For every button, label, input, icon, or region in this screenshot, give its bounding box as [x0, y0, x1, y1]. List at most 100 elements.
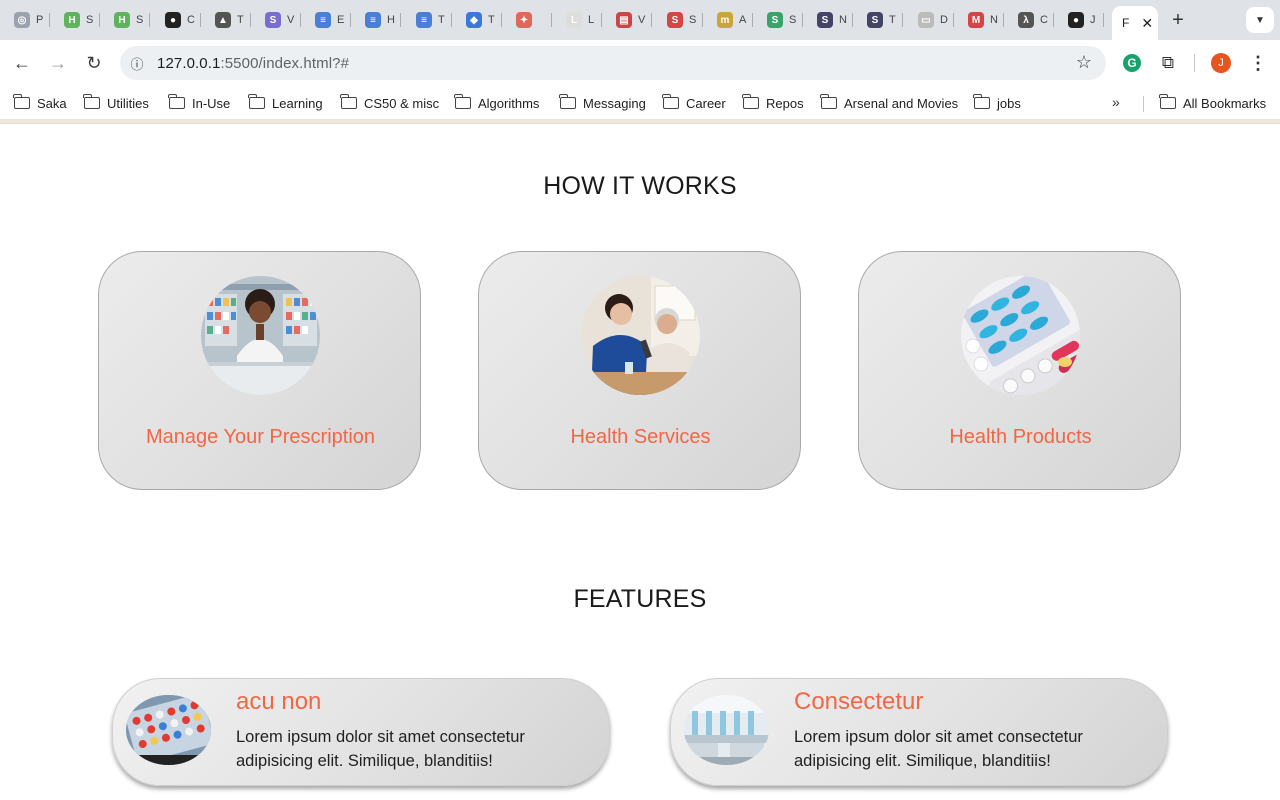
browser-tab[interactable]: ≡ H	[351, 8, 395, 32]
new-tab-button[interactable]: +	[1166, 8, 1190, 32]
card-label: Health Services	[570, 426, 711, 448]
browser-tab[interactable]: HS	[100, 8, 144, 32]
forward-button[interactable]: →	[45, 50, 71, 76]
tab-title: N	[839, 14, 847, 26]
bookmark-label: Arsenal and Movies	[844, 95, 959, 111]
bookmarks-divider	[1143, 96, 1144, 112]
folder-icon	[820, 94, 837, 109]
feature-title: acu non	[236, 688, 322, 715]
browser-tab[interactable]: ▲ T	[201, 8, 245, 32]
bookmark-star-icon[interactable]: ☆	[1076, 52, 1092, 73]
folder-icon	[168, 94, 185, 109]
bookmark-label: In-Use	[192, 95, 231, 111]
tab-title: S	[789, 14, 797, 26]
browser-tab[interactable]: SS	[753, 8, 797, 32]
bookmark-label: Utilities	[107, 95, 149, 111]
tab-divider	[400, 13, 401, 27]
profile-button[interactable]: J	[1210, 52, 1232, 74]
active-tab[interactable]: F ✕	[1112, 6, 1158, 40]
bookmark-label: jobs	[997, 95, 1021, 111]
tab-divider	[1103, 13, 1104, 27]
browser-tab[interactable]: ▭ D	[904, 8, 948, 32]
close-tab-icon[interactable]: ✕	[1141, 16, 1153, 30]
tab-strip: ◎ P H S H S ● C ▲ T S V ≡ E ≡ H ≡ T ◆ T ✦ L L ▤ V S Sm A S S S N S T ▭ D M Nλ…	[0, 0, 1280, 40]
browser-tab[interactable]: ≡ E	[301, 8, 345, 32]
how-it-works-card-prescription[interactable]: Manage Your Prescription	[98, 251, 421, 490]
browser-tab[interactable]: SV	[251, 8, 295, 32]
browser-tab[interactable]: HS	[50, 8, 94, 32]
tab-favicon-icon: H	[64, 12, 80, 28]
tab-favicon-icon: ●	[1068, 12, 1084, 28]
tab-title: V	[287, 14, 295, 26]
tab-title: S	[689, 14, 697, 26]
browser-tab[interactable]: ◆ T	[452, 8, 496, 32]
browser-tab[interactable]: λC	[1004, 8, 1048, 32]
url-host: 127.0.0.1	[157, 54, 221, 72]
menu-button[interactable]: ⋮	[1247, 52, 1269, 74]
site-info-icon[interactable]: ⓘ	[126, 52, 148, 74]
browser-tab[interactable]: SS	[653, 8, 697, 32]
tab-favicon-icon: L	[566, 12, 582, 28]
bookmark-label: Learning	[272, 95, 323, 111]
browser-tab[interactable]: MN	[954, 8, 998, 32]
tab-favicon-icon: ≡	[416, 12, 432, 28]
address-bar[interactable]: ⓘ 127.0.0.1:5500/index.html?# ☆	[120, 46, 1106, 80]
bookmark-folder[interactable]: Messaging	[559, 94, 646, 112]
feature-card[interactable]: Consectetur Lorem ipsum dolor sit amet c…	[670, 678, 1168, 786]
bookmark-folder[interactable]: jobs	[973, 94, 1021, 112]
folder-icon	[742, 94, 759, 109]
folder-icon	[559, 94, 576, 109]
back-button[interactable]: ←	[9, 50, 35, 76]
feature-card[interactable]: acu non Lorem ipsum dolor sit amet conse…	[112, 678, 610, 786]
tab-favicon-icon: ▲	[215, 12, 231, 28]
bookmark-folder[interactable]: Career	[662, 94, 726, 112]
browser-tab[interactable]: ▤ V	[602, 8, 646, 32]
tab-title: V	[638, 14, 646, 26]
how-it-works-card-services[interactable]: Health Services	[478, 251, 801, 490]
bookmark-label: Saka	[37, 95, 67, 111]
more-vert-icon: ⋮	[1249, 52, 1267, 73]
bookmark-folder[interactable]: Utilities	[83, 94, 149, 112]
browser-tab[interactable]: mA	[703, 8, 747, 32]
tab-title: P	[36, 14, 44, 26]
tab-title: A	[739, 14, 747, 26]
browser-tab[interactable]: ✦	[502, 8, 546, 32]
bookmark-label: Career	[686, 95, 726, 111]
tab-favicon-icon: ✦	[516, 12, 532, 28]
more-bookmarks-icon[interactable]: »	[1112, 94, 1120, 110]
tab-title: N	[990, 14, 998, 26]
how-it-works-card-products[interactable]: Health Products	[858, 251, 1181, 490]
browser-tab[interactable]: ● J	[1054, 8, 1098, 32]
tab-favicon-icon: ◆	[466, 12, 482, 28]
reload-button[interactable]: ↻	[81, 50, 107, 76]
feature-pills-image	[126, 695, 211, 765]
bookmark-folder[interactable]: Saka	[13, 94, 67, 112]
bookmark-folder[interactable]: Algorithms	[454, 94, 539, 112]
browser-tab[interactable]: ≡ T	[402, 8, 446, 32]
tab-search-button[interactable]: ▼	[1246, 7, 1274, 33]
grammarly-icon: G	[1123, 54, 1141, 72]
browser-tab[interactable]: ◎ P	[0, 8, 44, 32]
bookmark-folder[interactable]: Repos	[742, 94, 804, 112]
folder-icon	[340, 94, 357, 109]
extensions-button[interactable]: ⧉	[1157, 52, 1179, 74]
card-label: Health Products	[949, 426, 1092, 448]
active-tab-title: F	[1122, 16, 1130, 30]
bookmark-folder[interactable]: CS50 & misc	[340, 94, 439, 112]
all-bookmarks-button[interactable]: All Bookmarks	[1159, 94, 1266, 112]
bookmark-folder[interactable]: Arsenal and Movies	[820, 94, 959, 112]
browser-tab[interactable]: ST	[853, 8, 897, 32]
feature-description: Lorem ipsum dolor sit amet consectetur a…	[794, 728, 1083, 770]
features-title: FEATURES	[573, 585, 707, 613]
grammarly-extension-button[interactable]: G	[1121, 52, 1143, 74]
bookmark-folder[interactable]: Learning	[248, 94, 323, 112]
url-text[interactable]: 127.0.0.1:5500/index.html?#	[157, 55, 349, 72]
browser-tab[interactable]: SN	[803, 8, 847, 32]
browser-tab[interactable]: LL	[552, 8, 596, 32]
bookmark-folder[interactable]: In-Use	[168, 94, 231, 112]
tab-title: T	[237, 14, 244, 26]
browser-tab[interactable]: ● C	[151, 8, 195, 32]
browser-toolbar: ← → ↻ ⓘ 127.0.0.1:5500/index.html?# ☆ G …	[0, 40, 1280, 86]
tab-favicon-icon: ≡	[365, 12, 381, 28]
folder-icon	[454, 94, 471, 109]
